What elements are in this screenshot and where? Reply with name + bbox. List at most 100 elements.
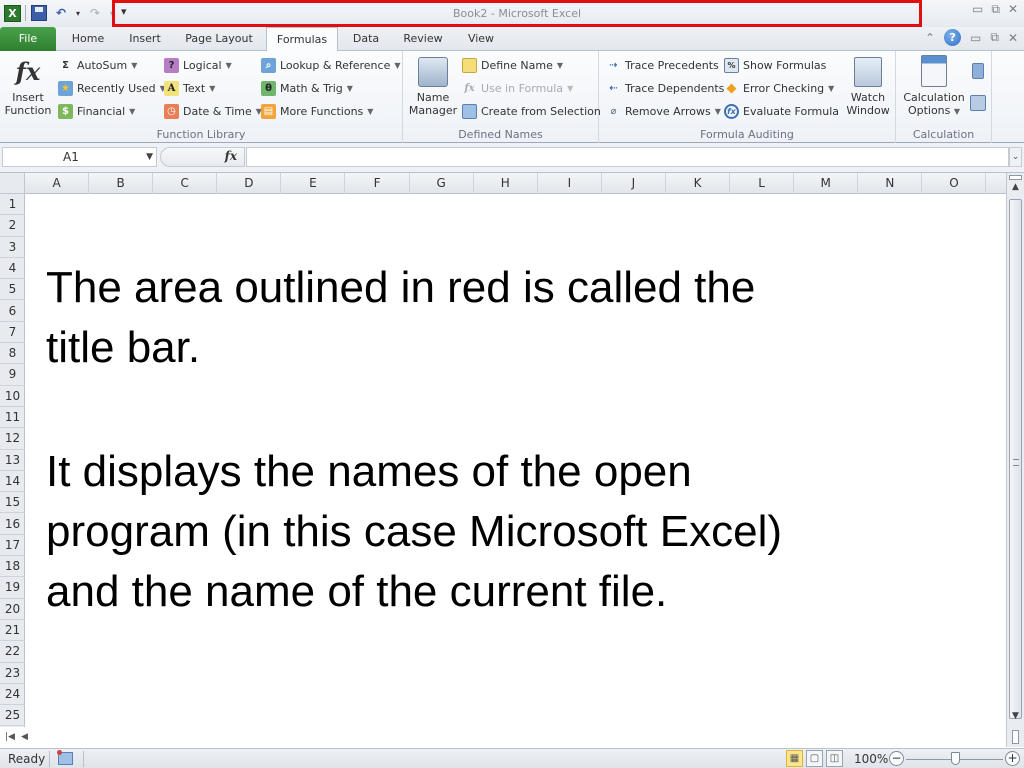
tab-data[interactable]: Data [344,27,388,51]
column-header-b[interactable]: B [89,173,154,194]
workbook-close-button[interactable]: ✕ [1008,31,1018,45]
save-button[interactable] [30,4,48,22]
scroll-down-icon[interactable]: ▼ [1007,711,1024,725]
row-header-14[interactable]: 14 [0,471,25,493]
zoom-in-button[interactable]: + [1005,751,1020,766]
column-header-g[interactable]: G [410,173,474,194]
create-from-selection-button[interactable]: Create from Selection [462,101,601,121]
row-header-21[interactable]: 21 [0,620,25,642]
select-all-button[interactable] [0,173,25,194]
trace-precedents-button[interactable]: ⇢ Trace Precedents [606,55,718,75]
row-header-6[interactable]: 6 [0,301,25,322]
tab-home[interactable]: Home [64,27,112,51]
math-trig-button[interactable]: θ Math & Trig ▼ [261,78,353,98]
vertical-scrollbar[interactable]: ▲ ▼ [1006,173,1024,747]
workbook-restore-button[interactable]: ⧉ [990,30,999,45]
define-name-button[interactable]: Define Name ▼ [462,55,563,75]
zoom-slider-thumb[interactable] [951,752,960,765]
scroll-up-icon[interactable]: ▲ [1007,182,1024,196]
date-time-button[interactable]: ◷ Date & Time ▼ [164,101,262,121]
column-header-f[interactable]: F [346,173,410,194]
row-header-18[interactable]: 18 [0,556,25,578]
name-manager-button[interactable]: Name Manager [407,57,459,117]
page-layout-view-button[interactable]: ▢ [806,750,823,767]
row-header-13[interactable]: 13 [0,450,25,471]
row-header-7[interactable]: 7 [0,322,25,344]
row-header-1[interactable]: 1 [0,194,25,216]
calculation-options-button[interactable]: Calculation Options ▼ [902,55,966,118]
row-header-19[interactable]: 19 [0,577,25,599]
column-header-l[interactable]: L [730,173,795,194]
tab-review[interactable]: Review [396,27,450,51]
zoom-out-button[interactable]: − [889,751,904,766]
collapse-ribbon-icon[interactable]: ⌃ [925,31,935,45]
horizontal-split-handle[interactable] [1012,730,1019,744]
column-header-e[interactable]: E [281,173,346,194]
zoom-level[interactable]: 100% [854,752,888,766]
row-header-4[interactable]: 4 [0,258,25,280]
row-header-12[interactable]: 12 [0,428,25,450]
workbook-minimize-button[interactable]: ▭ [970,31,981,45]
row-header-20[interactable]: 20 [0,599,25,620]
tab-insert[interactable]: Insert [120,27,170,51]
minimize-button[interactable]: ▭ [972,2,983,17]
tab-formulas[interactable]: Formulas [266,27,338,52]
tab-view[interactable]: View [458,27,504,51]
previous-sheet-icon[interactable]: ◀ [21,732,28,742]
show-formulas-button[interactable]: % Show Formulas [724,55,826,75]
text-button[interactable]: A Text ▼ [164,78,215,98]
normal-view-button[interactable]: ▦ [786,750,803,767]
column-header-d[interactable]: D [217,173,282,194]
row-header-15[interactable]: 15 [0,492,25,514]
tab-page-layout[interactable]: Page Layout [178,27,260,51]
help-icon[interactable]: ? [944,29,962,46]
column-header-i[interactable]: I [538,173,602,194]
remove-arrows-button[interactable]: ⌀ Remove Arrows ▼ [606,101,720,121]
record-macro-icon[interactable] [57,750,73,765]
row-header-10[interactable]: 10 [0,386,25,407]
first-sheet-icon[interactable]: |◀ [5,732,15,742]
restore-button[interactable]: ⧉ [991,2,1000,17]
name-box[interactable]: A1 ▼ [2,147,157,167]
scroll-thumb[interactable] [1009,199,1022,719]
undo-button[interactable]: ↶ [52,4,70,22]
row-header-3[interactable]: 3 [0,237,25,258]
use-in-formula-button[interactable]: fx Use in Formula ▼ [462,78,573,98]
row-header-11[interactable]: 11 [0,407,25,429]
row-header-23[interactable]: 23 [0,663,25,684]
calculate-now-button[interactable] [972,63,984,79]
expand-formula-bar-button[interactable]: ⌄ [1009,147,1022,167]
split-box-handle[interactable] [1009,175,1022,180]
row-header-8[interactable]: 8 [0,343,25,365]
calculate-sheet-button[interactable] [970,95,986,111]
column-header-h[interactable]: H [474,173,538,194]
logical-button[interactable]: ? Logical ▼ [164,55,232,75]
column-header-c[interactable]: C [153,173,218,194]
redo-button[interactable]: ↷ [86,4,104,22]
row-header-22[interactable]: 22 [0,641,25,663]
more-functions-button[interactable]: ▤ More Functions ▼ [261,101,373,121]
chevron-down-icon[interactable]: ▼ [146,148,153,166]
row-header-24[interactable]: 24 [0,684,25,706]
trace-dependents-button[interactable]: ⇠ Trace Dependents [606,78,724,98]
financial-button[interactable]: $ Financial ▼ [58,101,135,121]
recently-used-button[interactable]: ★ Recently Used ▼ [58,78,166,98]
row-header-17[interactable]: 17 [0,535,25,557]
lookup-reference-button[interactable]: ⌕ Lookup & Reference ▼ [261,55,401,75]
row-header-16[interactable]: 16 [0,514,25,535]
undo-dropdown[interactable]: ▾ [74,4,82,22]
insert-function-fx-icon[interactable]: fx [225,149,237,163]
excel-icon[interactable]: X [4,4,21,22]
row-header-9[interactable]: 9 [0,364,25,386]
column-header-k[interactable]: K [666,173,731,194]
formula-input[interactable] [246,147,1009,167]
column-header-o[interactable]: O [922,173,987,194]
watch-window-button[interactable]: Watch Window [843,57,893,117]
column-header-j[interactable]: J [602,173,666,194]
column-header-n[interactable]: N [858,173,923,194]
autosum-button[interactable]: Σ AutoSum ▼ [58,55,137,75]
evaluate-formula-button[interactable]: fx Evaluate Formula [724,101,839,121]
tab-file[interactable]: File [0,27,56,51]
error-checking-button[interactable]: ◆ Error Checking ▼ [724,78,835,98]
row-header-25[interactable]: 25 [0,705,25,727]
